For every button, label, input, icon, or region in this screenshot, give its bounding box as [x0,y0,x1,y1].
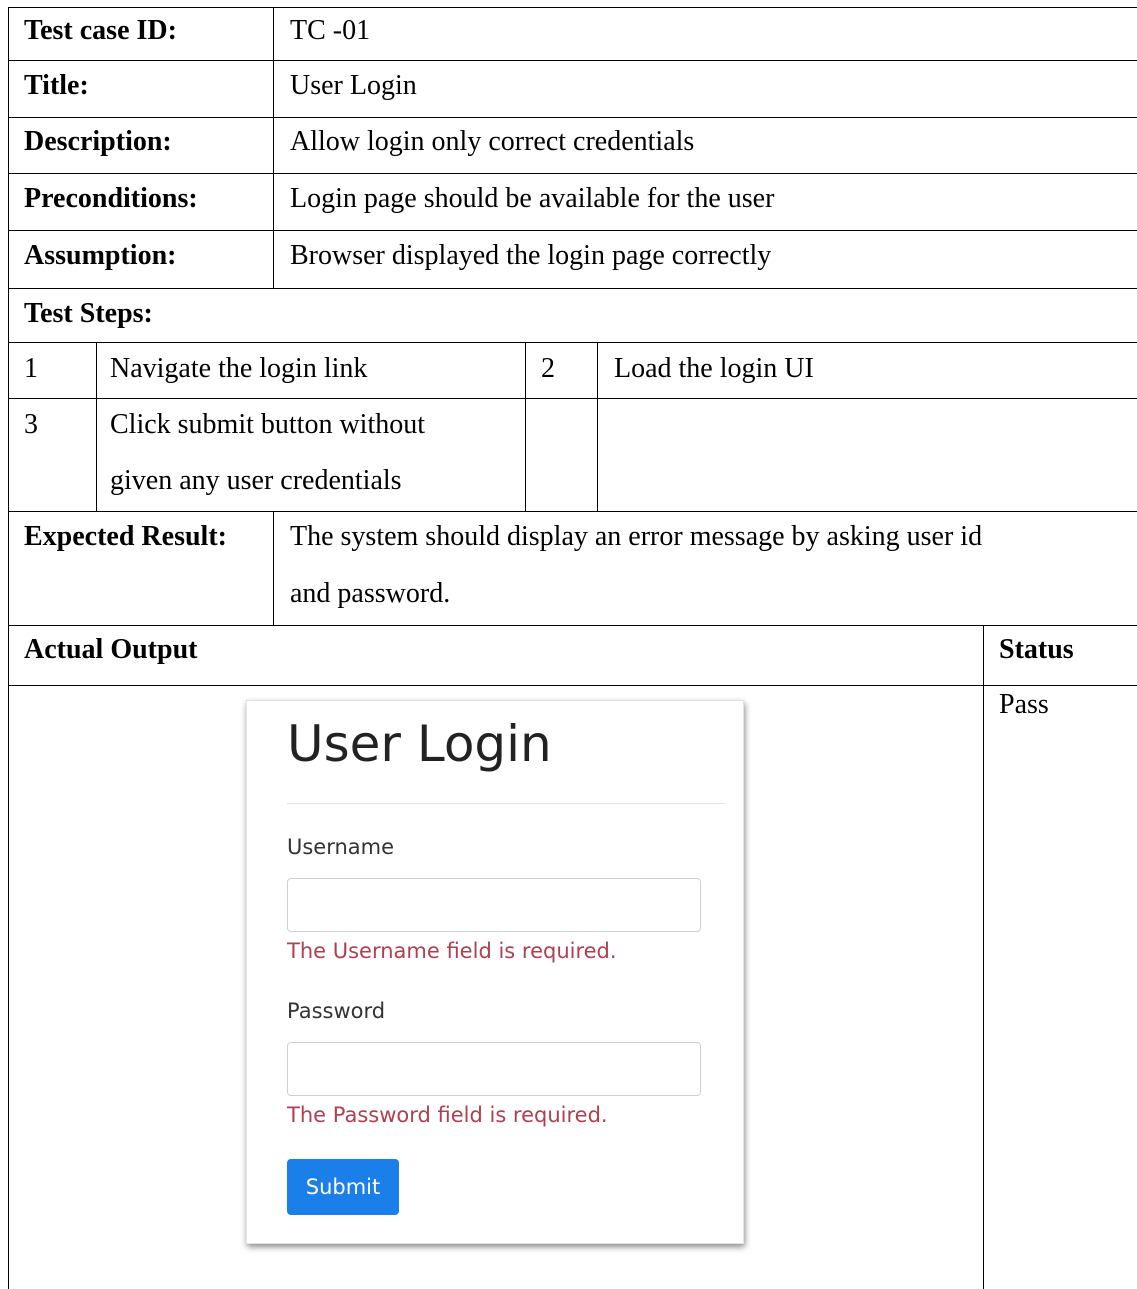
expected-result-label: Expected Result: [24,521,227,552]
step-number: 1 [24,353,38,384]
step-number: 3 [24,409,38,440]
password-error: The Password field is required. [287,1103,608,1127]
row-border [8,685,1137,686]
login-divider [287,803,725,804]
step-text-line: given any user credentials [110,465,402,496]
title-label: Title: [24,70,89,101]
test-case-id-label: Test case ID: [24,15,177,46]
actual-output-label: Actual Output [24,634,198,665]
expected-result-line: The system should display an error messa… [290,521,983,552]
table-left-border [8,7,9,1289]
status-label: Status [999,634,1074,665]
test-steps-label: Test Steps: [24,298,153,329]
column-divider [96,342,97,511]
expected-result-line: and password. [290,578,451,609]
row-border [8,288,1137,289]
column-divider [597,342,598,511]
test-case-document: Test case ID: TC -01 Title: User Login D… [0,0,1137,1289]
username-field[interactable] [287,878,701,932]
password-field[interactable] [287,1042,701,1096]
column-divider [525,342,526,511]
column-divider [273,511,274,625]
column-divider [273,7,274,288]
title-value: User Login [290,70,417,101]
step-text: Navigate the login link [110,353,368,384]
description-value: Allow login only correct credentials [290,126,695,157]
preconditions-value: Login page should be available for the u… [290,183,775,214]
assumption-label: Assumption: [24,240,177,271]
login-title: User Login [287,715,552,773]
submit-button[interactable]: Submit [287,1159,399,1215]
row-border [8,7,1137,8]
step-number: 2 [541,353,555,384]
username-label: Username [287,835,395,859]
description-label: Description: [24,126,172,157]
column-divider [983,625,984,1289]
step-text-line: Click submit button without [110,409,426,440]
username-error: The Username field is required. [287,939,617,963]
test-case-id-value: TC -01 [290,15,371,46]
row-border [8,60,1137,61]
assumption-value: Browser displayed the login page correct… [290,240,772,271]
status-value: Pass [999,689,1049,720]
step-text: Load the login UI [614,353,814,384]
login-screenshot: User Login Username The Username field i… [246,700,744,1244]
password-label: Password [287,999,386,1023]
preconditions-label: Preconditions: [24,183,198,214]
